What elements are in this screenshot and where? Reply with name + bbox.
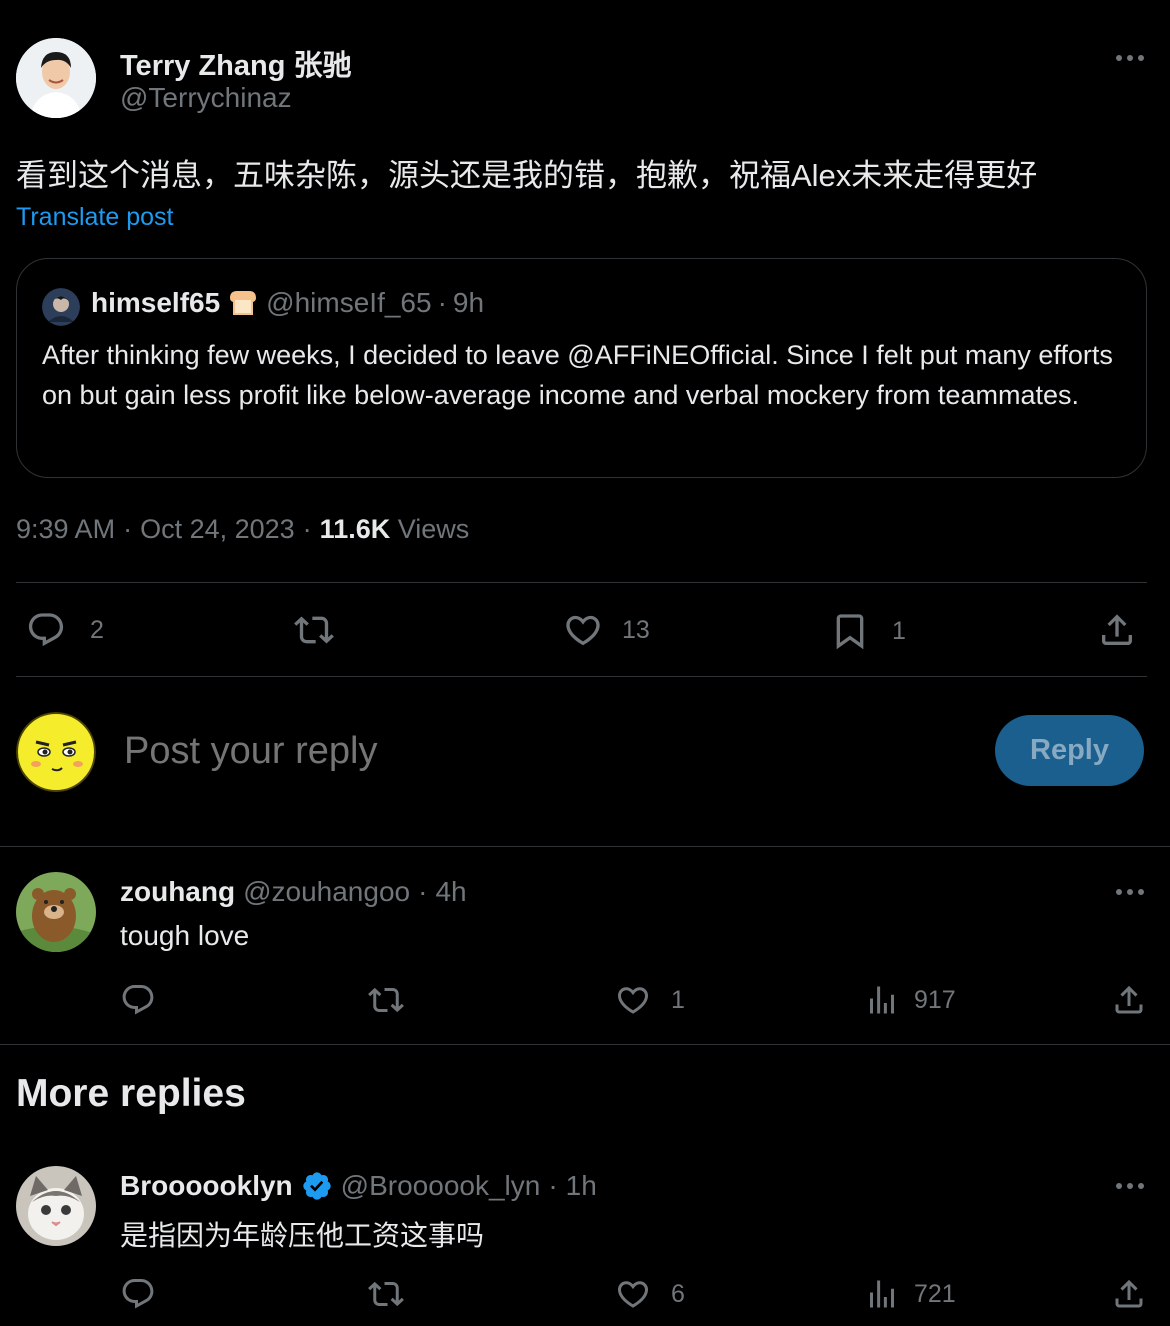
share-action[interactable]	[1111, 1276, 1147, 1312]
bookmark-action[interactable]: 1	[830, 610, 906, 652]
bread-icon	[226, 288, 260, 318]
like-action[interactable]: 13	[562, 610, 650, 650]
views-action[interactable]: 917	[864, 982, 956, 1018]
repost-action[interactable]	[292, 610, 336, 650]
more-options-icon[interactable]	[1112, 48, 1152, 68]
like-count: 13	[622, 615, 650, 644]
repost-icon	[367, 1276, 405, 1312]
reply-icon	[120, 982, 156, 1018]
reply-author-name[interactable]: zouhang	[120, 876, 235, 908]
share-icon	[1111, 982, 1147, 1018]
more-replies-heading: More replies	[16, 1072, 246, 1115]
share-action[interactable]	[1111, 982, 1147, 1018]
separator-dot: ·	[437, 287, 447, 318]
reply-count: 2	[90, 615, 104, 644]
reply-icon	[120, 1276, 156, 1312]
like-count: 6	[671, 1279, 685, 1308]
share-action[interactable]	[1097, 610, 1137, 650]
divider	[16, 582, 1147, 583]
user-avatar[interactable]	[16, 712, 96, 792]
views-count: 917	[914, 985, 956, 1014]
reply-author-handle[interactable]: @zouhangoo	[243, 876, 410, 908]
reply-time[interactable]: 4h	[435, 876, 466, 908]
tweet-text: 看到这个消息，五味杂陈，源头还是我的错，抱歉，祝福Alex未来走得更好	[16, 158, 1038, 193]
quote-text: After thinking few weeks, I decided to l…	[42, 340, 1113, 410]
views-count: 11.6K	[319, 514, 391, 544]
repost-icon	[367, 982, 405, 1018]
separator-dot: ·	[548, 1170, 558, 1201]
reply-icon	[26, 610, 66, 650]
more-options-icon[interactable]	[1112, 882, 1152, 902]
reply-avatar[interactable]	[16, 872, 96, 952]
heart-icon	[615, 982, 651, 1018]
bookmark-count: 1	[892, 616, 906, 645]
author-name[interactable]: Terry Zhang 张驰	[120, 42, 352, 84]
author-avatar[interactable]	[16, 38, 96, 118]
more-options-icon[interactable]	[1112, 1176, 1152, 1196]
separator-dot: ·	[418, 876, 428, 907]
analytics-icon	[864, 1276, 900, 1312]
translate-link[interactable]: Translate post	[16, 203, 173, 232]
share-icon	[1097, 610, 1137, 650]
reply-time[interactable]: 1h	[566, 1170, 597, 1202]
reply-text: 是指因为年龄压他工资这事吗	[120, 1220, 485, 1251]
author-handle[interactable]: @Terrychinaz	[120, 82, 292, 114]
heart-icon	[562, 610, 604, 650]
reply-input[interactable]	[124, 722, 964, 780]
verified-badge-icon	[301, 1170, 333, 1202]
like-action[interactable]: 6	[615, 1276, 685, 1312]
tweet-date[interactable]: Oct 24, 2023	[140, 514, 295, 545]
views-count: 721	[914, 1279, 956, 1308]
reply-author-handle[interactable]: @Broooook_lyn	[341, 1170, 541, 1202]
quoted-tweet[interactable]: himself65 @himseIf_65 · 9h After thinkin…	[16, 258, 1147, 478]
analytics-icon	[864, 982, 900, 1018]
separator-dot: ·	[302, 514, 312, 544]
repost-action[interactable]	[367, 982, 405, 1018]
reply-button[interactable]: Reply	[995, 715, 1144, 786]
reply-avatar[interactable]	[16, 1166, 96, 1246]
quote-author-name: himself65	[91, 287, 221, 318]
repost-action[interactable]	[367, 1276, 405, 1312]
share-icon	[1111, 1276, 1147, 1312]
bookmark-icon	[830, 610, 870, 652]
quote-time: 9h	[452, 287, 485, 318]
views-action[interactable]: 721	[864, 1276, 956, 1312]
divider	[0, 1044, 1170, 1045]
like-action[interactable]: 1	[615, 982, 685, 1018]
divider	[16, 676, 1147, 677]
tweet-time[interactable]: 9:39 AM	[16, 514, 115, 545]
reply-text: tough love	[120, 920, 250, 951]
quote-author-handle: @himseIf_65	[266, 287, 432, 318]
reply-action[interactable]	[120, 1276, 156, 1312]
repost-icon	[292, 610, 336, 650]
like-count: 1	[671, 985, 685, 1014]
heart-icon	[615, 1276, 651, 1312]
divider	[0, 846, 1170, 847]
reply-author-name[interactable]: Broooooklyn	[120, 1170, 293, 1202]
quote-avatar	[42, 288, 80, 326]
separator-dot: ·	[123, 514, 133, 544]
reply-action[interactable]: 2	[26, 610, 104, 650]
views-label: Views	[397, 514, 470, 544]
reply-action[interactable]	[120, 982, 156, 1018]
